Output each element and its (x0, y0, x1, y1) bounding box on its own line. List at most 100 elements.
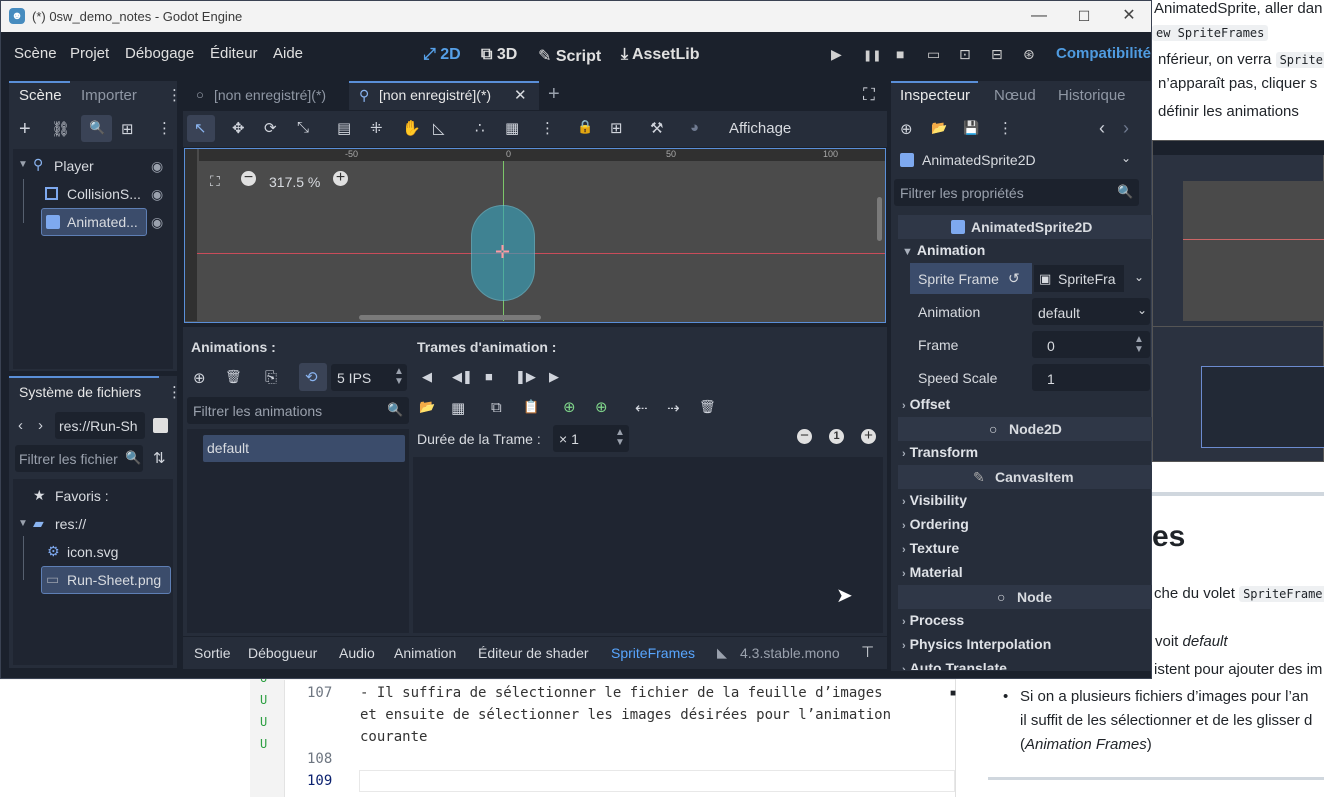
open-resource-icon[interactable]: 📂 (931, 120, 947, 136)
list-select-icon[interactable]: ▤ (337, 119, 351, 137)
chevron-down-icon[interactable]: ⌄ (1134, 270, 1144, 284)
pivot-icon[interactable]: ⁜ (370, 119, 383, 137)
delete-animation-icon[interactable]: 🗑 (225, 369, 242, 385)
autoplay-icon[interactable]: ⎘ (265, 369, 277, 386)
editor-tab[interactable]: [non enregistré](*) (214, 87, 326, 103)
history-back-icon[interactable]: ‹ (1099, 118, 1105, 139)
link-icon[interactable]: ⛓ (51, 120, 70, 138)
collapse-arrow[interactable]: ▼ (18, 518, 28, 529)
tab-inspector[interactable]: Inspecteur (900, 87, 970, 104)
new-resource-icon[interactable]: ⊕ (900, 120, 913, 138)
maximize-button[interactable]: ☐ (1064, 5, 1104, 27)
tab-node[interactable]: Nœud (994, 87, 1036, 104)
bottom-tab-shader[interactable]: Éditeur de shader (478, 645, 589, 661)
bottom-tab-debugger[interactable]: Débogueur (248, 645, 317, 661)
editor-tab-active[interactable]: [non enregistré](*) (379, 87, 491, 103)
grid-icon[interactable]: ▦ (505, 119, 519, 137)
sort-icon[interactable]: ⇅ (153, 449, 166, 467)
insert-after-icon[interactable]: ⊕ (595, 398, 608, 416)
stop-icon[interactable]: ■ (485, 369, 493, 384)
movie-maker-icon[interactable]: ⊛ (1023, 46, 1035, 63)
file-item-favorites[interactable]: Favoris : (55, 488, 109, 504)
animation-item[interactable]: default (207, 440, 249, 456)
bottom-tab-animation[interactable]: Animation (394, 645, 456, 661)
tab-import[interactable]: Importer (81, 87, 137, 104)
view-menu-button[interactable]: Affichage (729, 120, 791, 137)
close-button[interactable]: ✕ (1109, 5, 1149, 27)
menu-editor[interactable]: Éditeur (210, 45, 258, 62)
section-transform[interactable]: › Transform (898, 441, 1152, 465)
add-node-icon[interactable]: + (19, 118, 31, 141)
pause-icon[interactable]: ❚❚ (863, 49, 881, 62)
section-ordering[interactable]: › Ordering (898, 513, 1152, 537)
play-backwards-start-icon[interactable]: ◀❚ (452, 369, 473, 385)
section-auto-translate[interactable]: › Auto Translate (898, 657, 1152, 670)
lock-icon[interactable]: 🔒 (577, 119, 593, 135)
more-icon[interactable]: ⋮ (157, 119, 172, 137)
section-physics-interpolation[interactable]: › Physics Interpolation (898, 633, 1152, 657)
play-scene-icon[interactable]: ⊡ (959, 46, 971, 63)
group-icon[interactable]: ⊞ (610, 119, 623, 137)
snap-icon[interactable]: ∴ (475, 119, 485, 137)
frames-zoom-reset-button[interactable]: 1 (829, 429, 844, 444)
frames-zoom-in-button[interactable]: + (861, 428, 876, 444)
insert-before-icon[interactable]: ⊕ (563, 398, 576, 416)
revert-icon[interactable]: ↺ (1008, 270, 1020, 287)
history-forward-icon[interactable]: › (1123, 118, 1129, 139)
section-material[interactable]: › Material (898, 561, 1152, 585)
tree-item-player[interactable]: Player (54, 158, 94, 174)
current-line-highlight[interactable] (359, 770, 955, 792)
more-icon[interactable]: ⋮ (998, 119, 1013, 137)
frames-zoom-out-button[interactable]: − (797, 428, 812, 444)
renderer-button[interactable]: Compatibilité (1056, 45, 1151, 62)
tree-item-animated[interactable]: Animated... (67, 214, 138, 230)
play-custom-icon[interactable]: ⊟ (991, 46, 1003, 63)
play-forward-icon[interactable]: ▶ (549, 369, 559, 385)
back-icon[interactable]: ‹ (18, 417, 23, 434)
mode-3d-button[interactable]: ⧉ 3D (481, 46, 517, 64)
stop-icon[interactable]: ■ (896, 46, 904, 62)
tab-scene[interactable]: Scène (19, 87, 62, 104)
section-offset[interactable]: › Offset (898, 393, 1152, 417)
play-backwards-icon[interactable]: ◀ (422, 369, 432, 385)
add-animation-icon[interactable]: ⊕ (193, 369, 206, 387)
tree-item-collision[interactable]: CollisionS... (67, 186, 141, 202)
file-item-run-sheet[interactable]: Run-Sheet.png (67, 572, 161, 588)
zoom-out-button[interactable]: − (241, 170, 256, 186)
expand-panel-icon[interactable]: ⊤ (861, 643, 874, 661)
code-line[interactable]: courante (360, 729, 427, 745)
prop-sprite-frames-value[interactable]: SpriteFra (1058, 271, 1116, 287)
version-label[interactable]: 4.3.stable.mono (740, 645, 840, 661)
section-process[interactable]: › Process (898, 609, 1152, 633)
chevron-down-icon[interactable]: ⌄ (1121, 151, 1131, 165)
camera-icon[interactable]: ◕ (690, 119, 699, 136)
ruler-icon[interactable]: ◺ (433, 119, 445, 137)
menu-project[interactable]: Projet (70, 45, 109, 62)
file-item-icon-svg[interactable]: icon.svg (67, 544, 118, 560)
move-right-icon[interactable]: ⇢ (667, 399, 680, 417)
bottom-tab-audio[interactable]: Audio (339, 645, 375, 661)
minimize-button[interactable]: — (1019, 5, 1059, 27)
split-icon[interactable] (153, 418, 168, 433)
menu-debug[interactable]: Débogage (125, 45, 194, 62)
skeleton-icon[interactable]: ⚒ (650, 119, 663, 137)
paste-frame-icon[interactable]: 📋 (523, 399, 539, 415)
dock-menu-icon[interactable]: ⋮ (167, 86, 182, 104)
bottom-tab-output[interactable]: Sortie (194, 645, 231, 661)
move-tool-icon[interactable]: ✥ (232, 119, 245, 137)
tab-history[interactable]: Historique (1058, 87, 1126, 104)
frame-spinner-icon[interactable]: ▲ ▼ (1134, 335, 1144, 355)
collapse-arrow[interactable]: ▼ (18, 159, 28, 170)
play-start-icon[interactable]: ❚▶ (515, 369, 536, 385)
load-sheet-icon[interactable]: ▦ (451, 399, 465, 417)
visibility-icon[interactable]: ◉ (151, 158, 163, 175)
move-left-icon[interactable]: ⇠ (635, 399, 648, 417)
section-texture[interactable]: › Texture (898, 537, 1152, 561)
delete-frame-icon[interactable]: 🗑 (699, 399, 716, 415)
dock-menu-icon[interactable]: ⋮ (167, 383, 182, 401)
menu-scene[interactable]: Scène (14, 45, 57, 62)
file-item-res[interactable]: res:// (55, 516, 86, 532)
instance-icon[interactable]: ⊞ (121, 120, 134, 138)
play-icon[interactable]: ▶ (831, 46, 842, 63)
loop-icon[interactable]: ⟲ (305, 368, 318, 386)
